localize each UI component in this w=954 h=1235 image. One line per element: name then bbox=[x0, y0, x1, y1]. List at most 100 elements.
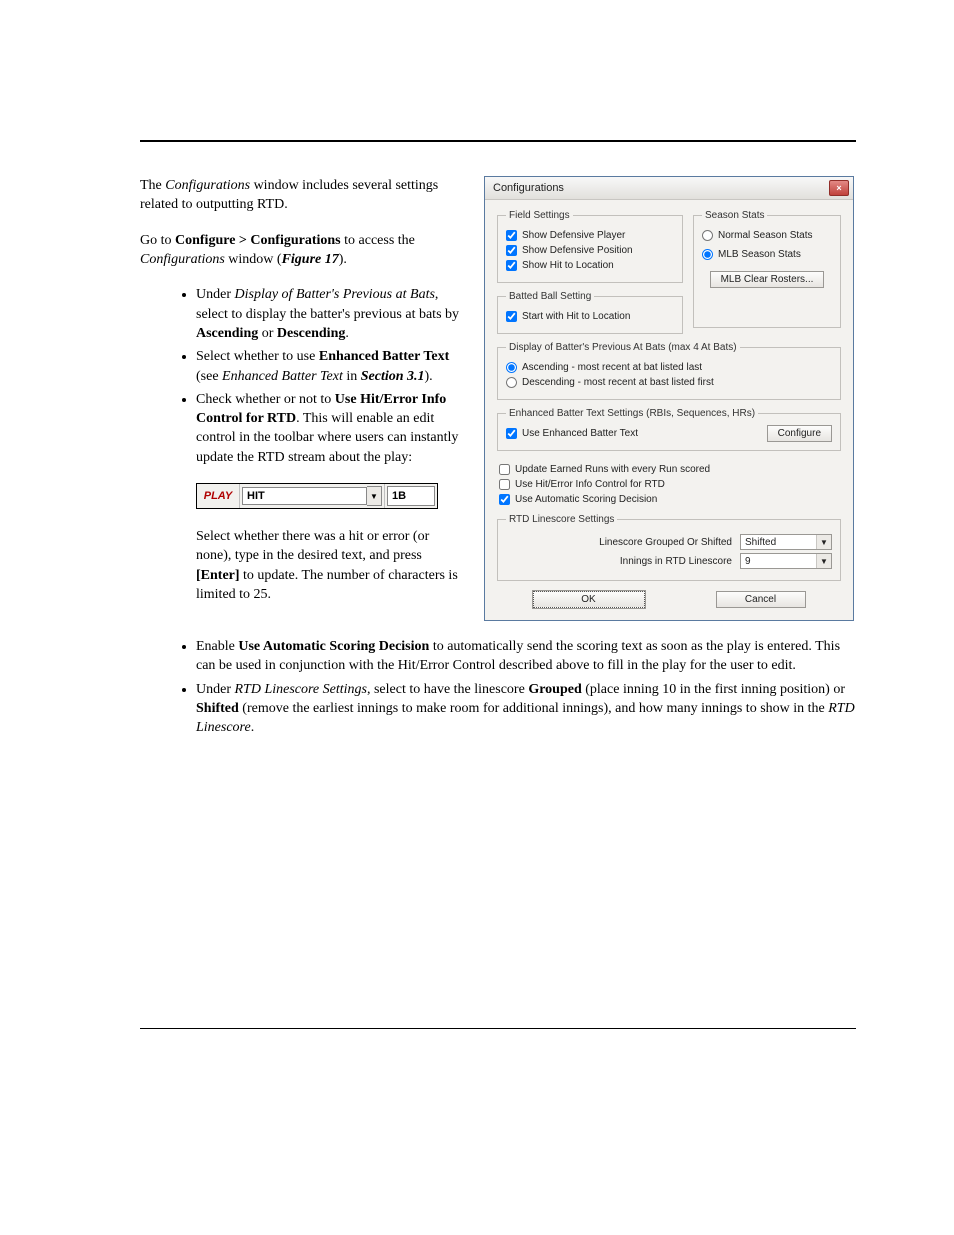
display-batters-group: Display of Batter's Previous At Bats (ma… bbox=[497, 342, 841, 400]
chevron-down-icon[interactable]: ▼ bbox=[816, 535, 831, 549]
radio-icon[interactable] bbox=[702, 249, 713, 260]
checkbox-icon[interactable] bbox=[499, 479, 510, 490]
select-value: 9 bbox=[745, 556, 751, 567]
group-legend: Enhanced Batter Text Settings (RBIs, Seq… bbox=[506, 408, 758, 419]
list-item: Select whether to use Enhanced Batter Te… bbox=[196, 347, 462, 386]
checkbox-label: Use Hit/Error Info Control for RTD bbox=[515, 478, 665, 491]
text: ). bbox=[339, 252, 347, 267]
radio-label: MLB Season Stats bbox=[718, 248, 801, 261]
season-stats-group: Season Stats Normal Season Stats MLB Sea… bbox=[693, 210, 841, 328]
group-legend: Batted Ball Setting bbox=[506, 291, 594, 302]
text-italic: RTD Linescore Settings bbox=[235, 682, 367, 697]
show-hit-to-location-checkbox[interactable]: Show Hit to Location bbox=[506, 259, 674, 272]
start-hit-location-checkbox[interactable]: Start with Hit to Location bbox=[506, 310, 674, 323]
text: (remove the earliest innings to make roo… bbox=[239, 701, 828, 716]
update-earned-runs-checkbox[interactable]: Update Earned Runs with every Run scored bbox=[499, 463, 841, 476]
text-bold: Shifted bbox=[196, 701, 239, 716]
after-bullets-paragraph: Select whether there was a hit or error … bbox=[196, 527, 462, 604]
innings-label: Innings in RTD Linescore bbox=[506, 556, 732, 567]
text: (see bbox=[196, 369, 222, 384]
chevron-down-icon[interactable]: ▼ bbox=[816, 554, 831, 568]
text-italic: Configurations bbox=[165, 178, 250, 193]
text: to access the bbox=[341, 233, 415, 248]
mlb-season-stats-radio[interactable]: MLB Season Stats bbox=[702, 248, 832, 261]
text-bold: Grouped bbox=[528, 682, 581, 697]
checkbox-label: Update Earned Runs with every Run scored bbox=[515, 463, 710, 476]
footer-rule bbox=[140, 1028, 856, 1029]
text-bold: Enhanced Batter Text bbox=[319, 349, 449, 364]
list-item: Under Display of Batter's Previous at Ba… bbox=[196, 285, 462, 343]
text: (place inning 10 in the first inning pos… bbox=[582, 682, 845, 697]
group-legend: Display of Batter's Previous At Bats (ma… bbox=[506, 342, 740, 353]
checkbox-icon[interactable] bbox=[506, 260, 517, 271]
close-icon[interactable]: × bbox=[829, 180, 849, 196]
ascending-radio[interactable]: Ascending - most recent at bat listed la… bbox=[506, 361, 832, 374]
cancel-button[interactable]: Cancel bbox=[716, 591, 806, 608]
checkbox-icon[interactable] bbox=[506, 230, 517, 241]
hit-combo-value[interactable]: HIT bbox=[242, 487, 367, 505]
text-bold: Ascending bbox=[196, 326, 258, 341]
checkbox-icon[interactable] bbox=[506, 311, 517, 322]
text: in bbox=[343, 369, 361, 384]
enhanced-batter-text-group: Enhanced Batter Text Settings (RBIs, Seq… bbox=[497, 408, 841, 451]
configure-button[interactable]: Configure bbox=[767, 425, 832, 442]
list-item: Under RTD Linescore Settings, select to … bbox=[196, 680, 856, 738]
show-defensive-player-checkbox[interactable]: Show Defensive Player bbox=[506, 229, 674, 242]
hit-combo[interactable]: HIT ▼ bbox=[240, 484, 385, 508]
grouped-shifted-select[interactable]: Shifted ▼ bbox=[740, 534, 832, 550]
checkbox-icon[interactable] bbox=[506, 245, 517, 256]
left-column: The Configurations window includes sever… bbox=[140, 176, 462, 620]
radio-label: Descending - most recent at bast listed … bbox=[522, 376, 714, 389]
descending-radio[interactable]: Descending - most recent at bast listed … bbox=[506, 376, 832, 389]
play-button[interactable]: PLAY bbox=[197, 484, 240, 508]
checkbox-icon[interactable] bbox=[499, 494, 510, 505]
text: Check whether or not to bbox=[196, 392, 335, 407]
field-settings-group: Field Settings Show Defensive Player Sho… bbox=[497, 210, 683, 283]
normal-season-stats-radio[interactable]: Normal Season Stats bbox=[702, 229, 832, 242]
text: Under bbox=[196, 682, 235, 697]
radio-icon[interactable] bbox=[702, 230, 713, 241]
text-italic: Enhanced Batter Text bbox=[222, 369, 343, 384]
checkbox-icon[interactable] bbox=[499, 464, 510, 475]
text: Select whether there was a hit or error … bbox=[196, 529, 429, 563]
text: . bbox=[345, 326, 349, 341]
use-enhanced-batter-text-checkbox[interactable]: Use Enhanced Batter Text bbox=[506, 427, 638, 440]
select-value: Shifted bbox=[745, 537, 776, 548]
dropdown-arrow-icon[interactable]: ▼ bbox=[367, 486, 382, 506]
list-item: Enable Use Automatic Scoring Decision to… bbox=[196, 637, 856, 676]
ok-button[interactable]: OK bbox=[533, 591, 645, 608]
text: or bbox=[258, 326, 277, 341]
text: . bbox=[251, 720, 255, 735]
radio-label: Normal Season Stats bbox=[718, 229, 813, 242]
configurations-window: Configurations × Field Settings Show Def… bbox=[484, 176, 854, 621]
radio-label: Ascending - most recent at bat listed la… bbox=[522, 361, 702, 374]
innings-select[interactable]: 9 ▼ bbox=[740, 553, 832, 569]
grouped-shifted-label: Linescore Grouped Or Shifted bbox=[506, 537, 732, 548]
checkbox-label: Start with Hit to Location bbox=[522, 310, 630, 323]
bullet-list-2: Enable Use Automatic Scoring Decision to… bbox=[140, 637, 856, 738]
window-titlebar[interactable]: Configurations × bbox=[485, 177, 853, 200]
radio-icon[interactable] bbox=[506, 377, 517, 388]
intro-paragraph-2: Go to Configure > Configurations to acce… bbox=[140, 231, 462, 270]
play-text-input[interactable]: 1B bbox=[387, 486, 435, 506]
text: Under bbox=[196, 287, 235, 302]
use-automatic-scoring-checkbox[interactable]: Use Automatic Scoring Decision bbox=[499, 493, 841, 506]
group-legend: RTD Linescore Settings bbox=[506, 514, 617, 525]
text: Select whether to use bbox=[196, 349, 319, 364]
text-bold: Configure > Configurations bbox=[175, 233, 341, 248]
mlb-clear-rosters-button[interactable]: MLB Clear Rosters... bbox=[710, 271, 825, 288]
group-legend: Season Stats bbox=[702, 210, 767, 221]
text-bolditalic: Section 3.1 bbox=[361, 369, 425, 384]
radio-icon[interactable] bbox=[506, 362, 517, 373]
use-hit-error-control-checkbox[interactable]: Use Hit/Error Info Control for RTD bbox=[499, 478, 841, 491]
batted-ball-group: Batted Ball Setting Start with Hit to Lo… bbox=[497, 291, 683, 334]
group-legend: Field Settings bbox=[506, 210, 573, 221]
checkbox-label: Show Hit to Location bbox=[522, 259, 614, 272]
show-defensive-position-checkbox[interactable]: Show Defensive Position bbox=[506, 244, 674, 257]
checkbox-icon[interactable] bbox=[506, 428, 517, 439]
list-item: Check whether or not to Use Hit/Error In… bbox=[196, 390, 462, 467]
intro-paragraph-1: The Configurations window includes sever… bbox=[140, 176, 462, 215]
checkbox-label: Use Enhanced Batter Text bbox=[522, 427, 638, 440]
checkbox-label: Use Automatic Scoring Decision bbox=[515, 493, 657, 506]
toolbar-figure: PLAY HIT ▼ 1B bbox=[196, 483, 438, 509]
